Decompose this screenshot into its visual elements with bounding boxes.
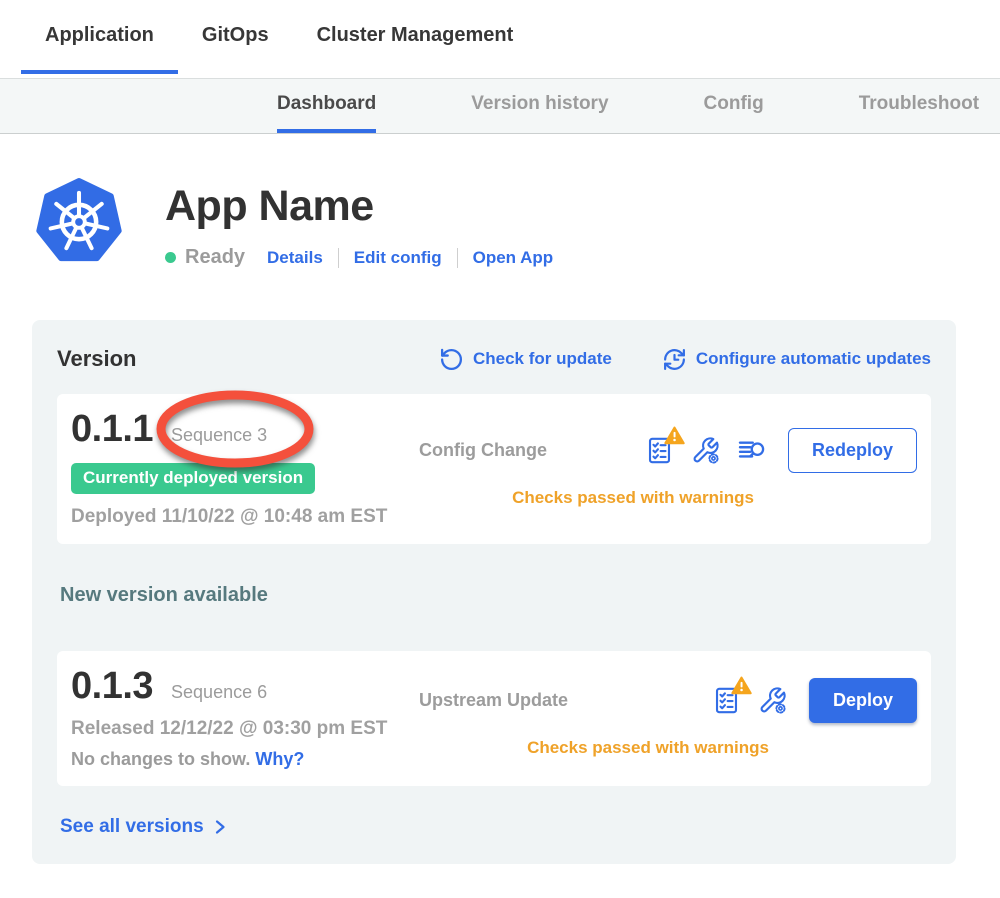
preflight-checks-icon[interactable] xyxy=(645,436,674,465)
clock-refresh-icon xyxy=(662,347,687,372)
divider xyxy=(457,248,458,268)
divider xyxy=(338,248,339,268)
current-version-number: 0.1.1 xyxy=(71,408,153,451)
config-wrench-icon[interactable] xyxy=(758,686,787,715)
tab-version-history[interactable]: Version history xyxy=(471,79,608,133)
deployed-timestamp: Deployed 11/10/22 @ 10:48 am EST xyxy=(71,506,419,528)
see-all-versions-label: See all versions xyxy=(60,816,204,838)
page-title: App Name xyxy=(165,182,553,231)
new-version-number: 0.1.3 xyxy=(71,665,153,708)
view-diff-icon[interactable] xyxy=(737,436,766,465)
edit-config-link[interactable]: Edit config xyxy=(354,248,442,268)
version-source-label: Upstream Update xyxy=(419,690,568,711)
app-section-nav: Dashboard Version history Config Trouble… xyxy=(0,78,1000,134)
config-wrench-icon[interactable] xyxy=(691,436,720,465)
tab-config-label: Config xyxy=(704,93,764,115)
current-version-sequence: Sequence 3 xyxy=(171,425,267,446)
tab-dashboard-label: Dashboard xyxy=(277,93,376,115)
tab-dashboard[interactable]: Dashboard xyxy=(277,79,376,133)
refresh-icon xyxy=(439,347,464,372)
tab-gitops-label: GitOps xyxy=(202,24,269,47)
why-link[interactable]: Why? xyxy=(255,749,304,769)
primary-nav: Application GitOps Cluster Management xyxy=(0,0,1000,78)
app-header: App Name Ready Details Edit config Open … xyxy=(35,176,1000,269)
tab-version-history-label: Version history xyxy=(471,93,608,115)
new-version-sequence: Sequence 6 xyxy=(171,682,267,703)
checks-status-text[interactable]: Checks passed with warnings xyxy=(419,488,917,508)
status-ready-dot xyxy=(165,252,176,263)
status-text: Ready xyxy=(185,246,245,269)
tab-troubleshoot[interactable]: Troubleshoot xyxy=(859,79,979,133)
see-all-versions-link[interactable]: See all versions xyxy=(60,816,931,838)
open-app-link[interactable]: Open App xyxy=(473,248,554,268)
new-version-card: 0.1.3 Sequence 6 Released 12/12/22 @ 03:… xyxy=(57,651,931,786)
tab-cluster-management[interactable]: Cluster Management xyxy=(293,0,538,74)
tab-application-label: Application xyxy=(45,24,154,47)
released-timestamp: Released 12/12/22 @ 03:30 pm EST xyxy=(71,718,419,740)
tab-gitops[interactable]: GitOps xyxy=(178,0,293,74)
version-section: Version Check for update xyxy=(32,320,956,864)
configure-auto-updates-label: Configure automatic updates xyxy=(696,349,931,369)
version-source-label: Config Change xyxy=(419,440,547,461)
diff-summary-text: No changes to show. xyxy=(71,749,250,769)
deploy-button[interactable]: Deploy xyxy=(809,678,917,723)
tab-cluster-management-label: Cluster Management xyxy=(317,24,514,47)
tab-troubleshoot-label: Troubleshoot xyxy=(859,93,979,115)
chevron-right-icon xyxy=(212,819,228,835)
new-version-heading: New version available xyxy=(60,584,931,607)
warning-triangle-icon xyxy=(664,426,685,445)
configure-auto-updates-link[interactable]: Configure automatic updates xyxy=(662,347,931,372)
check-for-update-link[interactable]: Check for update xyxy=(439,347,612,372)
checks-status-text[interactable]: Checks passed with warnings xyxy=(419,738,917,758)
preflight-checks-icon[interactable] xyxy=(712,686,741,715)
tab-application[interactable]: Application xyxy=(21,0,178,74)
check-for-update-label: Check for update xyxy=(473,349,612,369)
details-link[interactable]: Details xyxy=(267,248,323,268)
current-version-card: 0.1.1 Sequence 3 Currently deployed vers… xyxy=(57,394,931,544)
warning-triangle-icon xyxy=(731,676,752,695)
kubernetes-logo-icon xyxy=(35,176,123,268)
tab-config[interactable]: Config xyxy=(704,79,764,133)
version-section-title: Version xyxy=(57,346,136,372)
redeploy-button[interactable]: Redeploy xyxy=(788,428,917,473)
currently-deployed-badge: Currently deployed version xyxy=(71,463,315,494)
